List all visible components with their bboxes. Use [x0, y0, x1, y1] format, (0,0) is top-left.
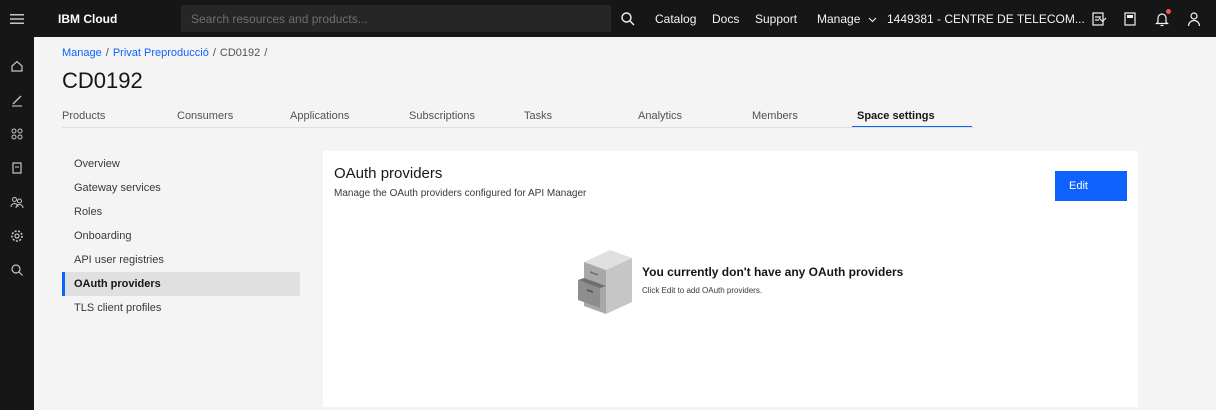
search-icon[interactable] [620, 11, 636, 27]
panel-description: Manage the OAuth providers configured fo… [334, 188, 587, 199]
members-icon[interactable] [10, 195, 24, 209]
search-input[interactable] [181, 5, 611, 32]
edit-button[interactable]: Edit [1055, 171, 1127, 201]
empty-state-title: You currently don't have any OAuth provi… [642, 265, 904, 279]
edit-icon[interactable] [10, 93, 24, 107]
cost-estimator-icon[interactable] [1089, 10, 1107, 28]
breadcrumb-link-manage[interactable]: Manage [62, 47, 102, 59]
tab-members[interactable]: Members [752, 110, 798, 122]
user-icon[interactable] [1185, 10, 1203, 28]
account-switcher[interactable]: 1449381 - CENTRE DE TELECOM... [887, 12, 1107, 26]
chevron-down-icon [868, 17, 877, 23]
nav-item-overview[interactable]: Overview [62, 152, 300, 176]
nav-item-api-user-registries[interactable]: API user registries [62, 248, 300, 272]
manage-label: Manage [817, 12, 861, 26]
nav-item-gateway-services[interactable]: Gateway services [62, 176, 300, 200]
oauth-providers-panel: OAuth providers Manage the OAuth provide… [323, 151, 1138, 407]
docs-link[interactable]: Docs [712, 12, 739, 26]
apps-icon[interactable] [10, 127, 24, 141]
settings-side-nav: Overview Gateway services Roles Onboardi… [62, 152, 300, 320]
catalog-icon[interactable] [10, 161, 24, 175]
tab-tasks[interactable]: Tasks [524, 110, 552, 122]
file-cabinet-icon [576, 248, 636, 316]
breadcrumb: Manage / Privat Preproducció / CD0192/ [62, 47, 271, 59]
top-navigation-bar: IBM Cloud Catalog Docs Support Manage 14… [0, 0, 1216, 37]
menu-icon[interactable] [0, 0, 34, 37]
breadcrumb-current: CD0192 [219, 47, 261, 59]
settings-icon[interactable] [10, 229, 24, 243]
support-link[interactable]: Support [755, 12, 797, 26]
notification-badge [1166, 9, 1171, 14]
empty-state-description: Click Edit to add OAuth providers. [642, 286, 763, 295]
account-name: 1449381 - CENTRE DE TELECOM... [887, 12, 1085, 26]
breadcrumb-link-catalog[interactable]: Privat Preproducció [113, 47, 209, 59]
search-icon[interactable] [10, 263, 24, 277]
tab-products[interactable]: Products [62, 110, 105, 122]
tab-applications[interactable]: Applications [290, 110, 349, 122]
tab-space-settings[interactable]: Space settings [857, 110, 935, 122]
breadcrumb-separator: / [105, 47, 109, 59]
panel-title: OAuth providers [334, 165, 443, 182]
nav-item-onboarding[interactable]: Onboarding [62, 224, 300, 248]
breadcrumb-separator: / [264, 47, 268, 59]
page-title: CD0192 [62, 68, 143, 93]
manage-menu[interactable]: Manage [817, 12, 877, 26]
tab-analytics[interactable]: Analytics [638, 110, 682, 122]
tab-divider [62, 127, 974, 128]
left-rail [0, 37, 34, 410]
brand-logo-text[interactable]: IBM Cloud [58, 12, 117, 26]
nav-item-oauth-providers[interactable]: OAuth providers [62, 272, 300, 296]
calculator-icon[interactable] [1121, 10, 1139, 28]
breadcrumb-separator: / [212, 47, 216, 59]
catalog-link[interactable]: Catalog [655, 12, 696, 26]
nav-item-roles[interactable]: Roles [62, 200, 300, 224]
tab-consumers[interactable]: Consumers [177, 110, 233, 122]
tab-subscriptions[interactable]: Subscriptions [409, 110, 475, 122]
tab-list: Products Consumers Applications Subscrip… [62, 104, 974, 128]
nav-item-tls-client-profiles[interactable]: TLS client profiles [62, 296, 300, 320]
home-icon[interactable] [10, 59, 24, 73]
